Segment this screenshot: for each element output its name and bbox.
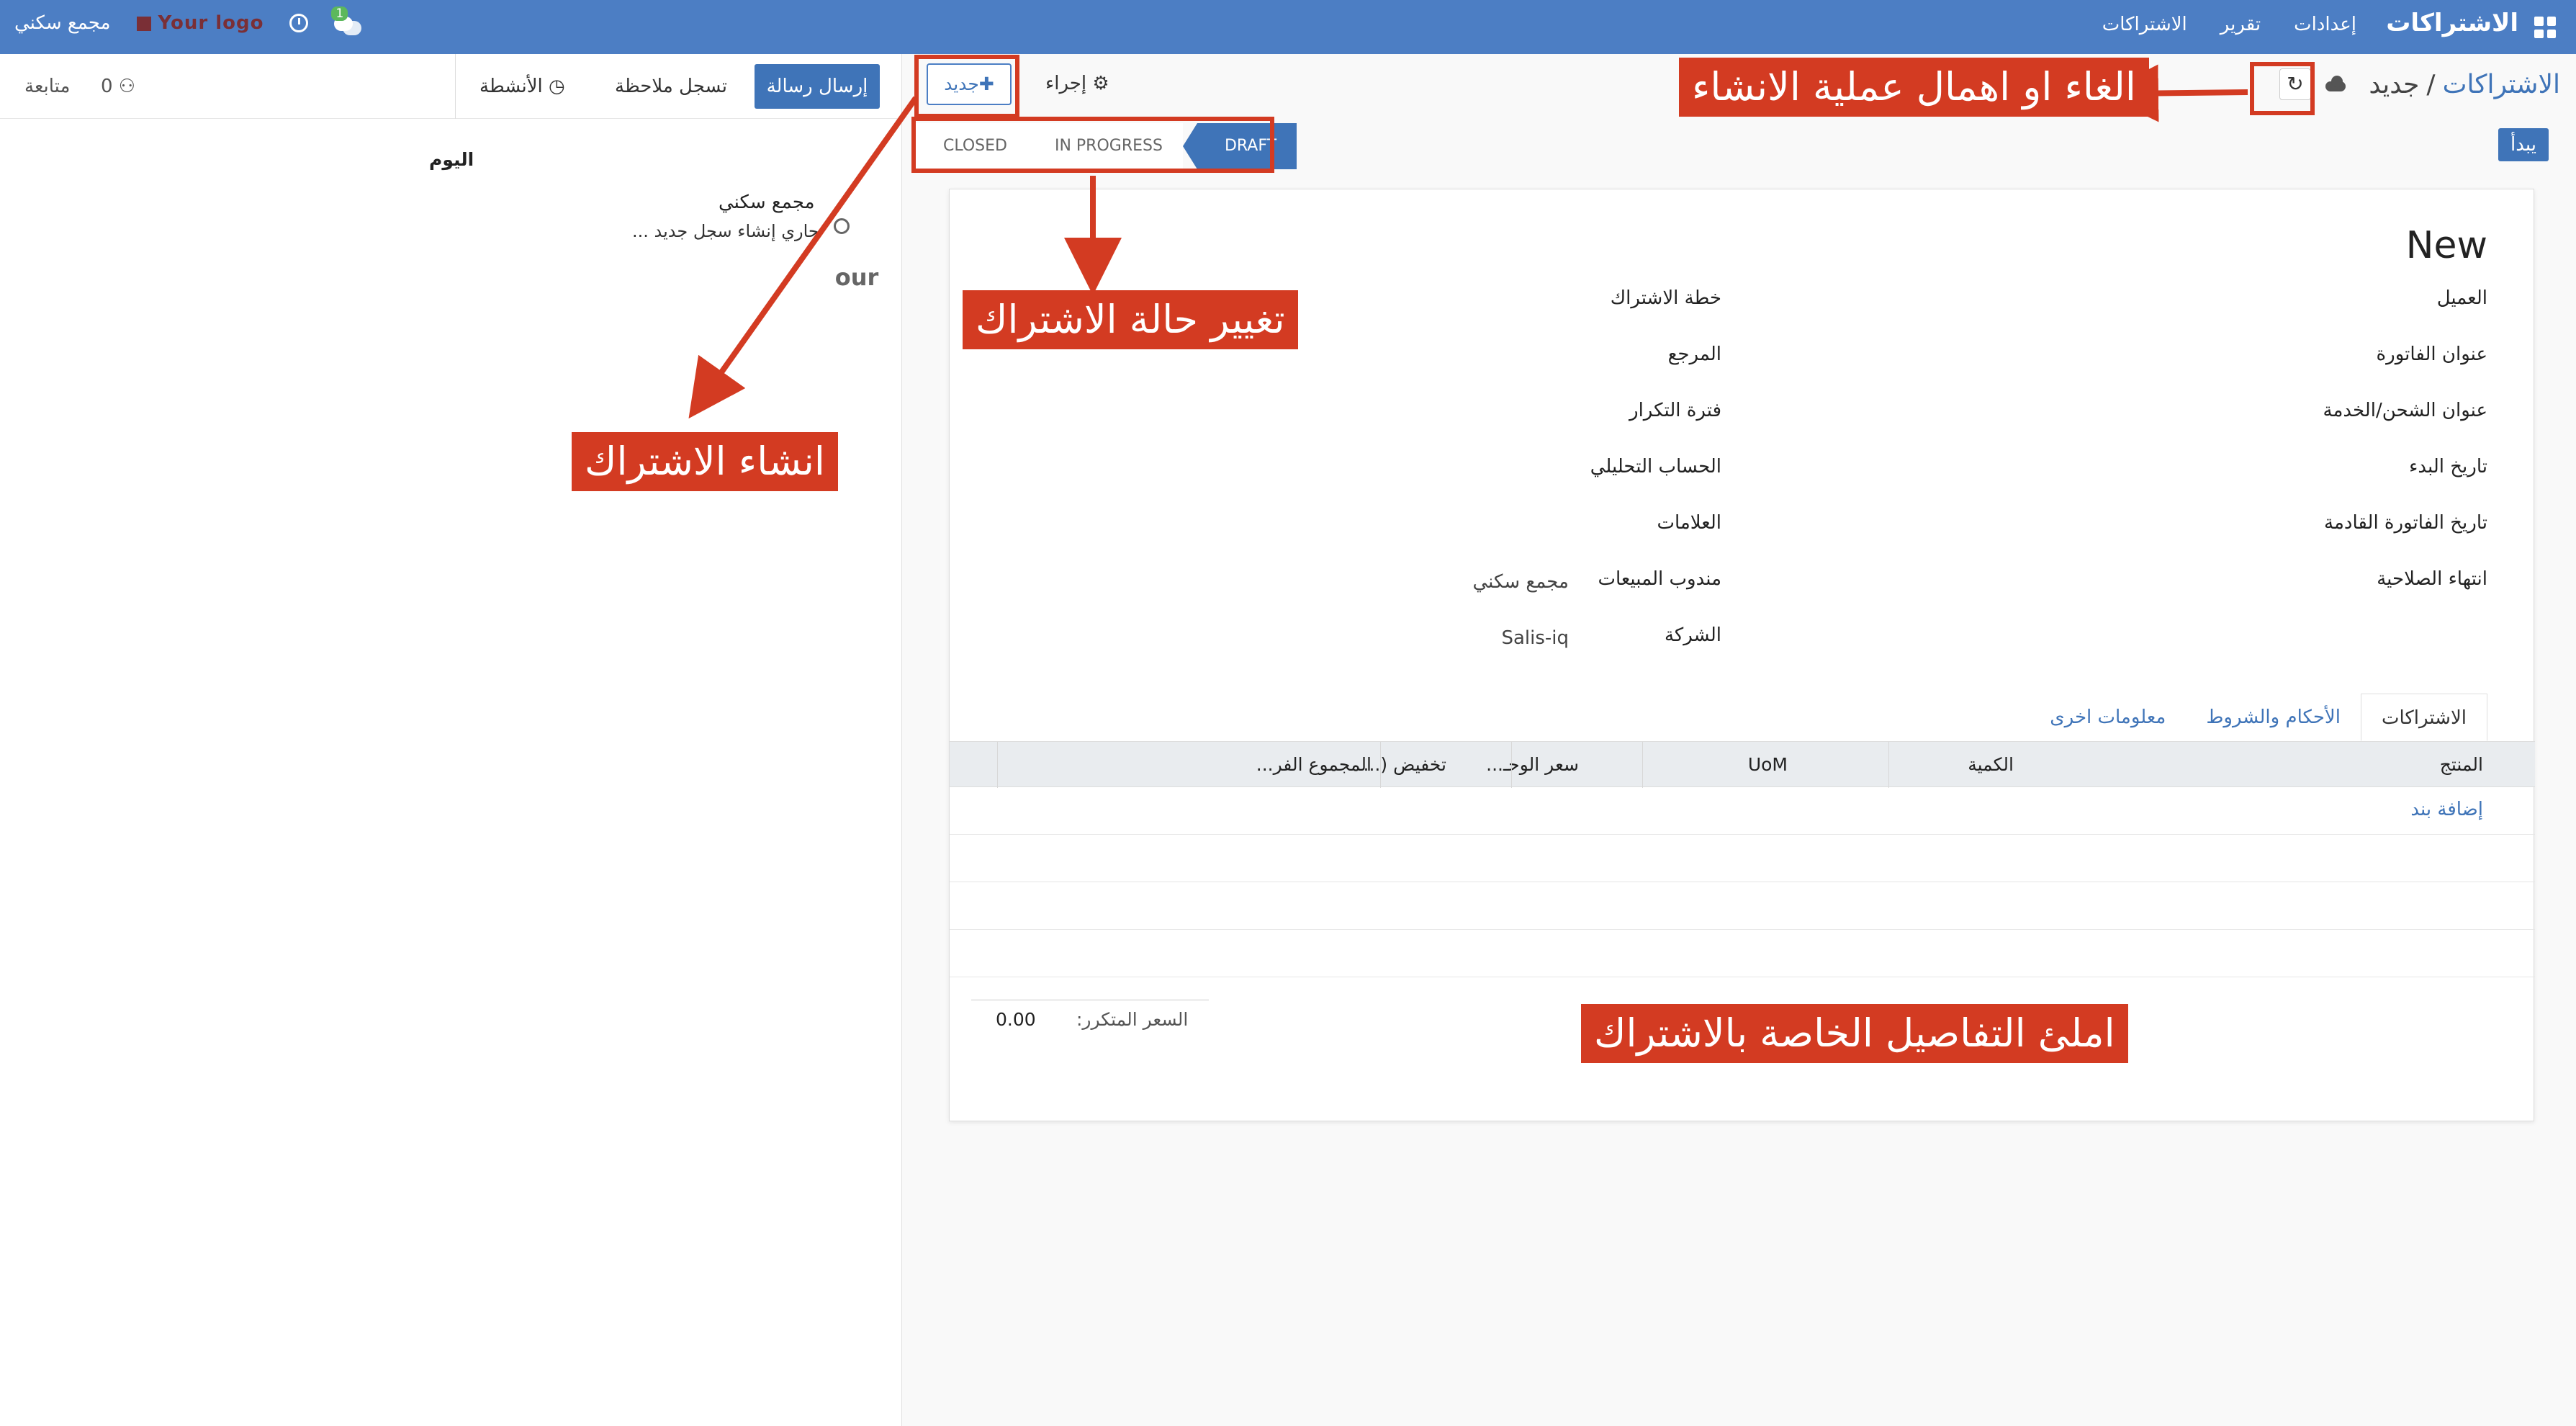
annotation-discard: الغاء او اهمال عملية الانشاء [1679,58,2149,117]
annotation-fill: املئ التفاصيل الخاصة بالاشتراك [1581,1004,2128,1063]
annotation-arrows [688,64,2248,419]
annotation-status: تغيير حالة الاشتراك [963,290,1298,349]
annotation-create: انشاء الاشتراك [572,432,838,491]
